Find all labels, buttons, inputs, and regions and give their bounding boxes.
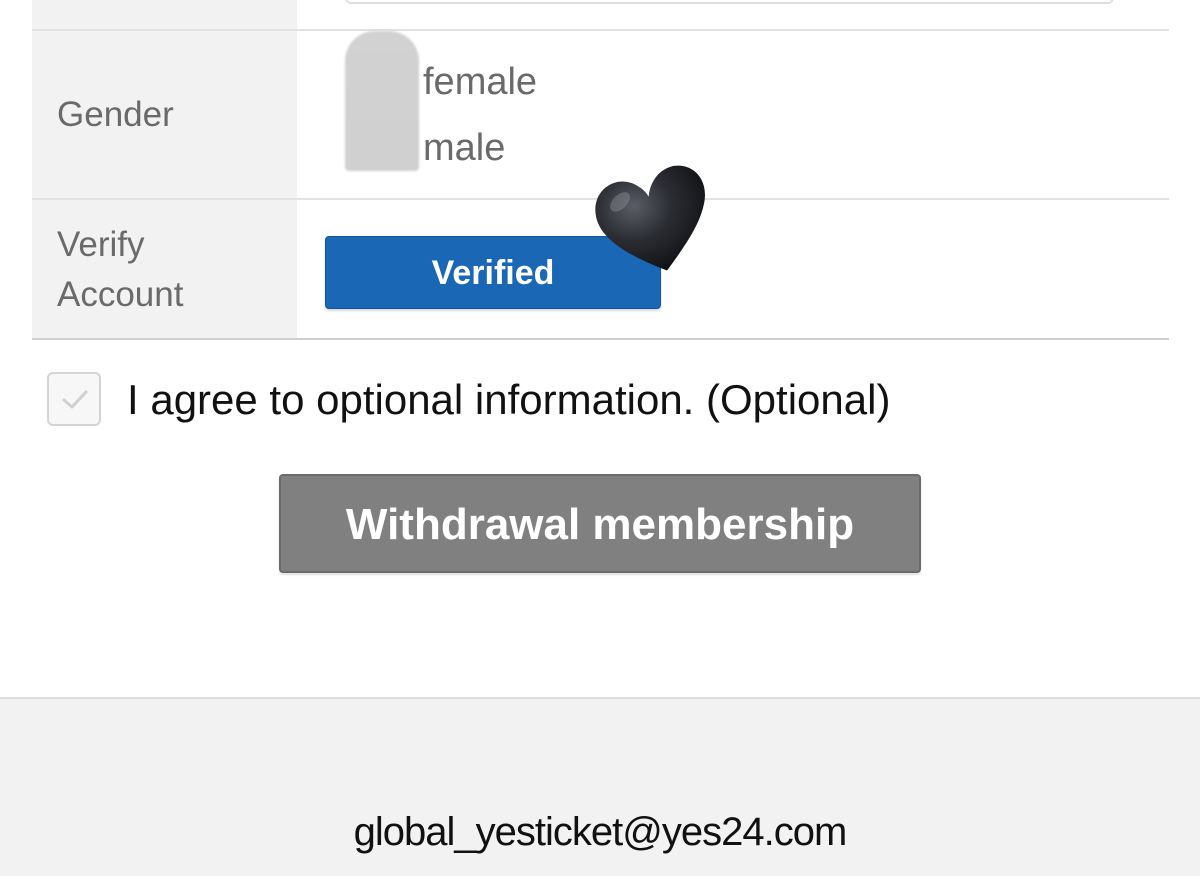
optional-agree-checkbox[interactable] xyxy=(47,372,101,426)
verify-account-label: Verify Account xyxy=(57,225,184,314)
withdrawal-membership-button[interactable]: Withdrawal membership xyxy=(279,474,921,573)
verify-header: Verify Account xyxy=(32,200,297,338)
checkmark-icon xyxy=(62,390,88,409)
optional-agree-label: I agree to optional information. (Option… xyxy=(127,376,891,423)
black-heart-icon xyxy=(595,165,705,271)
gender-label: Gender xyxy=(57,95,174,134)
partial-input-field[interactable] xyxy=(345,0,1114,4)
gender-option-male[interactable]: male xyxy=(423,126,505,170)
footer: global_yesticket@yes24.com xyxy=(0,697,1200,876)
table-row-partial xyxy=(32,0,1169,31)
member-info-page: Gender female male Verify Account Verifi… xyxy=(0,0,1200,876)
gender-option-female[interactable]: female xyxy=(423,60,537,104)
footer-email[interactable]: global_yesticket@yes24.com xyxy=(0,807,1200,857)
gender-header: Gender xyxy=(32,31,297,198)
redacted-radio-buttons xyxy=(345,31,419,171)
row-header xyxy=(32,0,297,29)
